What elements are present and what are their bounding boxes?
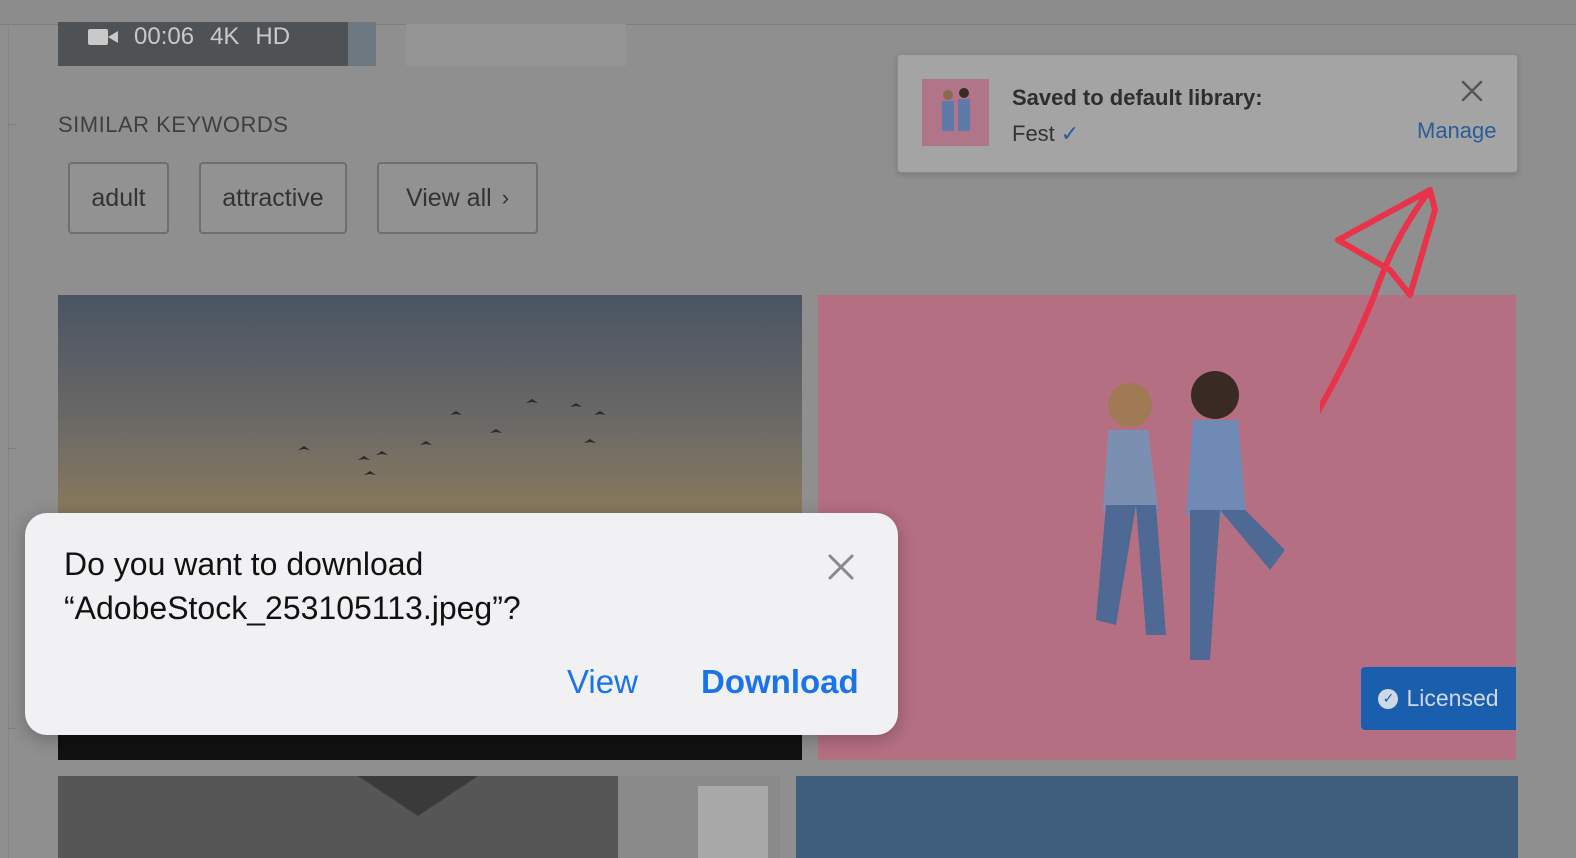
keyword-chip-label: attractive — [222, 183, 324, 212]
toast-thumbnail-illustration — [942, 88, 970, 131]
view-button[interactable]: View — [567, 663, 638, 701]
chevron-right-icon: › — [501, 185, 510, 210]
toast-close-icon[interactable] — [1458, 77, 1486, 105]
licensed-badge: ✓ Licensed — [1361, 667, 1516, 730]
video-quality: 4K — [210, 23, 240, 50]
video-thumbnail[interactable]: 00:06 4K HD — [58, 22, 376, 66]
toast-library-name: Fest ✓ — [1012, 121, 1079, 147]
rail-divider — [8, 728, 16, 729]
video-meta: 00:06 4K HD — [88, 22, 290, 52]
keyword-chip-label: adult — [91, 183, 146, 212]
left-rail — [8, 24, 16, 858]
similar-keywords-title: SIMILAR KEYWORDS — [58, 112, 289, 137]
sky-building-image[interactable] — [796, 776, 1518, 858]
video-thumbnail-edge — [348, 22, 376, 66]
placeholder-card — [406, 24, 626, 66]
keyword-chip-attractive[interactable]: attractive — [199, 162, 347, 234]
library-name: Fest — [1012, 121, 1055, 146]
keyword-chip-label: View all — [405, 183, 492, 212]
download-confirm-dialog: Do you want to download “AdobeStock_2531… — [25, 513, 898, 735]
download-button[interactable]: Download — [701, 663, 859, 701]
video-duration: 00:06 — [134, 23, 195, 50]
red-arrow-annotation — [1320, 187, 1438, 414]
rail-divider — [8, 124, 16, 125]
view-all-keywords-button[interactable]: View all › — [377, 162, 538, 234]
toast-title: Saved to default library: — [1012, 85, 1263, 110]
keyword-chip-adult[interactable]: adult — [68, 162, 169, 234]
dialog-close-icon[interactable] — [825, 551, 857, 583]
dialog-filename: “AdobeStock_253105113.jpeg”? — [64, 590, 521, 626]
video-definition: HD — [255, 23, 291, 50]
toast-thumbnail — [922, 79, 989, 146]
saved-to-library-toast: Saved to default library: Fest ✓ Manage — [897, 54, 1518, 173]
rail-divider — [8, 448, 16, 449]
video-camera-icon — [88, 27, 118, 47]
dialog-question: Do you want to download — [64, 546, 424, 582]
check-circle-icon: ✓ — [1378, 688, 1399, 709]
interior-image[interactable] — [58, 776, 780, 858]
interior-illustration — [358, 776, 780, 858]
manage-library-link[interactable]: Manage — [1417, 118, 1497, 144]
licensed-label: Licensed — [1406, 685, 1499, 711]
checkmark-icon: ✓ — [1060, 121, 1080, 146]
